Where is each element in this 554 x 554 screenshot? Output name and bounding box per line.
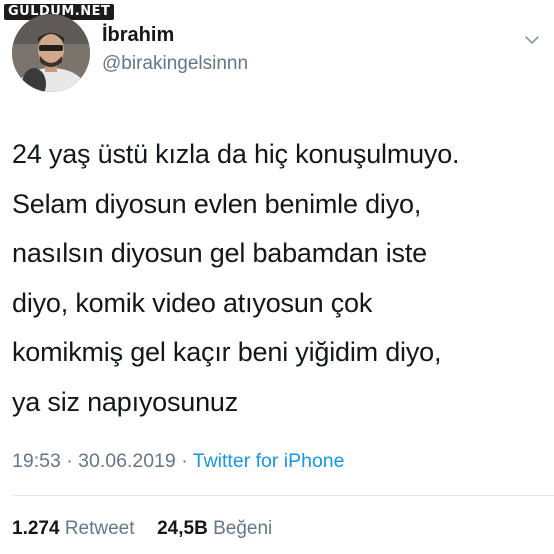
tweet-text: 24 yaş üstü kızla da hiç konuşulmuyo. Se… [12, 130, 542, 427]
like-count[interactable]: 24,5B [157, 518, 208, 539]
tweet-line: diyo, komik video atıyosun çok [12, 287, 373, 318]
avatar-photo [12, 14, 90, 92]
tweet-line: komikmiş gel kaçır beni yiğidim diyo, [12, 337, 442, 367]
tweet-time: 19:53 [12, 450, 61, 472]
retweet-count[interactable]: 1.274 [12, 518, 60, 539]
tweet-line: 24 yaş üstü kızla da hiç konuşulmuyo. [12, 139, 460, 169]
divider [12, 495, 554, 496]
tweet-meta: 19:53 · 30.06.2019 · Twitter for iPhone [12, 450, 345, 473]
chevron-down-icon[interactable] [524, 32, 540, 48]
tweet-line: nasılsın diyosun gel babamdan iste [12, 238, 427, 268]
tweet-stats: 1.274 Retweet 24,5B Beğeni [12, 518, 272, 540]
author-name[interactable]: İbrahim [102, 24, 174, 47]
tweet-line: Selam diyosun evlen benimle diyo, [12, 188, 422, 219]
tweet-source-link[interactable]: Twitter for iPhone [193, 450, 345, 472]
meta-separator: · [66, 450, 73, 472]
avatar[interactable] [12, 14, 90, 92]
author-handle[interactable]: @birakingelsinnn [102, 53, 248, 75]
tweet-date[interactable]: 30.06.2019 [78, 450, 176, 472]
retweet-label[interactable]: Retweet [65, 518, 135, 539]
like-label[interactable]: Beğeni [213, 518, 272, 539]
meta-separator: · [181, 450, 188, 472]
tweet-line: ya siz napıyosunuz [12, 386, 239, 417]
